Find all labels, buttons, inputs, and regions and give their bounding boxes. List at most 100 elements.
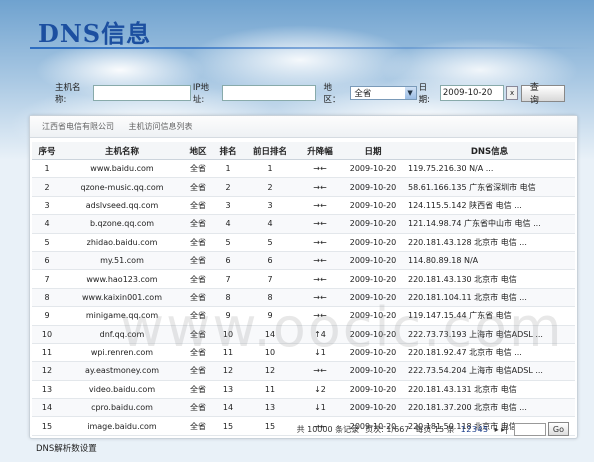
cell-region: 全省 bbox=[182, 361, 214, 381]
cell-date: 2009-10-20 bbox=[342, 398, 404, 418]
cell-change: →← bbox=[298, 159, 342, 179]
table-row[interactable]: 13 video.baidu.com 全省 13 11 ↓2 2009-10-20 220.1… bbox=[32, 380, 575, 400]
date-value: 2009-10-20 bbox=[442, 88, 493, 98]
cell-host: ay.eastmoney.com bbox=[62, 361, 182, 381]
cell-date: 2009-10-20 bbox=[342, 288, 404, 308]
cell-dns: 119.75.216.30 N/A ... bbox=[404, 159, 575, 179]
cell-change: →← bbox=[298, 214, 342, 234]
cell-prev-rank: 13 bbox=[242, 398, 298, 418]
cell-host: b.qzone.qq.com bbox=[62, 214, 182, 234]
cell-rank: 14 bbox=[214, 398, 242, 418]
cell-host: minigame.qq.com bbox=[62, 306, 182, 326]
pager-next-last-icon[interactable]: ▸ ▸| bbox=[495, 425, 508, 434]
dns-settings-link[interactable]: DNS解析数设置 bbox=[36, 442, 97, 454]
table-row[interactable]: 2 qzone-music.qq.com 全省 2 2 →← 2009-10-20 58.61… bbox=[32, 177, 575, 197]
query-button[interactable]: 查 询 bbox=[520, 83, 565, 106]
cell-rank: 4 bbox=[214, 214, 242, 234]
table-row[interactable]: 10 dnf.qq.com 全省 10 14 ↑4 2009-10-20 222.73.73.… bbox=[32, 325, 575, 344]
cell-host: video.baidu.com bbox=[62, 380, 182, 400]
table-row[interactable]: 8 www.kaixin001.com 全省 8 8 →← 2009-10-20 220.18… bbox=[32, 288, 575, 308]
table-row[interactable]: 3 adslvseed.qq.com 全省 3 3 →← 2009-10-20 124.115… bbox=[32, 196, 575, 216]
col-index: 序号 bbox=[32, 142, 62, 160]
col-host: 主机名称 bbox=[62, 142, 182, 160]
cell-date: 2009-10-20 bbox=[342, 251, 404, 271]
cell-region: 全省 bbox=[182, 214, 214, 234]
cell-date: 2009-10-20 bbox=[342, 325, 404, 344]
table-row[interactable]: 1 www.baidu.com 全省 1 1 →← 2009-10-20 119.75.216… bbox=[32, 159, 575, 179]
table-row[interactable]: 4 b.qzone.qq.com 全省 4 4 →← 2009-10-20 121.14.98… bbox=[32, 214, 575, 234]
cell-change: ↓1 bbox=[298, 343, 342, 363]
cell-index: 7 bbox=[32, 269, 62, 289]
cell-dns: 220.181.37.200 北京市 电信 ... bbox=[404, 398, 575, 418]
breadcrumb-item-company[interactable]: 江西省电信有限公司 bbox=[42, 122, 114, 131]
cell-change: →← bbox=[298, 196, 342, 216]
page-jump-input[interactable] bbox=[513, 422, 546, 436]
cell-index: 4 bbox=[32, 214, 62, 234]
cell-date: 2009-10-20 bbox=[342, 196, 404, 216]
breadcrumb-item-list[interactable]: 主机访问信息列表 bbox=[129, 122, 193, 131]
table-row[interactable]: 9 minigame.qq.com 全省 9 9 →← 2009-10-20 119.147.… bbox=[32, 306, 575, 326]
cell-dns: 222.73.54.204 上海市 电信ADSL ... bbox=[404, 361, 575, 381]
cell-prev-rank: 5 bbox=[242, 233, 298, 252]
table-row[interactable]: 6 my.51.com 全省 6 6 →← 2009-10-20 114.80.89.18 N… bbox=[32, 251, 575, 271]
cell-region: 全省 bbox=[182, 196, 214, 216]
chevron-down-icon[interactable]: ▼ bbox=[404, 87, 416, 99]
cell-prev-rank: 10 bbox=[242, 343, 298, 363]
cell-rank: 12 bbox=[214, 361, 242, 381]
table-row[interactable]: 7 www.hao123.com 全省 7 7 →← 2009-10-20 220.181.4… bbox=[32, 269, 575, 289]
cell-change: →← bbox=[298, 288, 342, 308]
cell-host: zhidao.baidu.com bbox=[62, 233, 182, 252]
date-label: 日期: bbox=[418, 83, 430, 105]
table-row[interactable]: 12 ay.eastmoney.com 全省 12 12 →← 2009-10-20 222.… bbox=[32, 361, 575, 381]
cell-region: 全省 bbox=[182, 306, 214, 326]
pager-page-links[interactable]: 12345 bbox=[461, 425, 489, 434]
cell-dns: 114.80.89.18 N/A bbox=[404, 251, 575, 271]
col-prev-rank: 前日排名 bbox=[242, 142, 298, 160]
cell-prev-rank: 3 bbox=[242, 196, 298, 216]
col-dns: DNS信息 bbox=[404, 142, 575, 160]
page-title: DNS信息 bbox=[38, 19, 152, 48]
cell-index: 13 bbox=[32, 380, 62, 400]
table-header: 序号 主机名称 地区 排名 前日排名 升降幅 日期 DNS信息 bbox=[32, 142, 575, 160]
cell-index: 9 bbox=[32, 306, 62, 326]
region-label: 地区： bbox=[323, 83, 341, 105]
cell-prev-rank: 8 bbox=[242, 288, 298, 308]
cell-rank: 8 bbox=[214, 288, 242, 308]
ip-address-input[interactable] bbox=[221, 85, 316, 101]
cell-prev-rank: 7 bbox=[242, 269, 298, 289]
cell-prev-rank: 12 bbox=[242, 361, 298, 381]
cell-index: 15 bbox=[32, 416, 62, 436]
cell-change: ↑4 bbox=[298, 325, 342, 344]
cell-region: 全省 bbox=[182, 233, 214, 252]
cell-rank: 7 bbox=[214, 269, 242, 289]
cell-prev-rank: 1 bbox=[242, 159, 298, 179]
cell-date: 2009-10-20 bbox=[342, 380, 404, 400]
go-button[interactable]: Go bbox=[547, 422, 569, 436]
clear-date-button[interactable]: x bbox=[506, 86, 518, 100]
cell-region: 全省 bbox=[182, 159, 214, 179]
cell-change: →← bbox=[298, 233, 342, 252]
table-row[interactable]: 14 cpro.baidu.com 全省 14 13 ↓1 2009-10-20 220.18… bbox=[32, 398, 575, 418]
cell-rank: 6 bbox=[214, 251, 242, 271]
cell-region: 全省 bbox=[182, 251, 214, 271]
cell-host: my.51.com bbox=[62, 251, 182, 271]
cell-date: 2009-10-20 bbox=[342, 269, 404, 289]
cell-index: 3 bbox=[32, 196, 62, 216]
cell-prev-rank: 4 bbox=[242, 214, 298, 234]
cell-dns: 220.181.43.128 北京市 电信 ... bbox=[404, 233, 575, 252]
cell-change: ↓2 bbox=[298, 380, 342, 400]
cell-change: →← bbox=[298, 306, 342, 326]
table-row[interactable]: 11 wpi.renren.com 全省 11 10 ↓1 2009-10-20 220.18… bbox=[32, 343, 575, 363]
date-input[interactable]: 2009-10-20 bbox=[439, 85, 505, 101]
cell-rank: 5 bbox=[214, 233, 242, 252]
region-select[interactable]: 全省 ▼ bbox=[350, 86, 417, 100]
cell-index: 14 bbox=[32, 398, 62, 418]
cell-index: 2 bbox=[32, 177, 62, 197]
cell-host: www.baidu.com bbox=[62, 159, 182, 179]
cell-region: 全省 bbox=[182, 288, 214, 308]
host-name-input[interactable] bbox=[92, 85, 191, 101]
cell-index: 12 bbox=[32, 361, 62, 381]
cell-rank: 11 bbox=[214, 343, 242, 363]
table-row[interactable]: 5 zhidao.baidu.com 全省 5 5 →← 2009-10-20 220.181… bbox=[32, 233, 575, 252]
cell-host: www.kaixin001.com bbox=[62, 288, 182, 308]
